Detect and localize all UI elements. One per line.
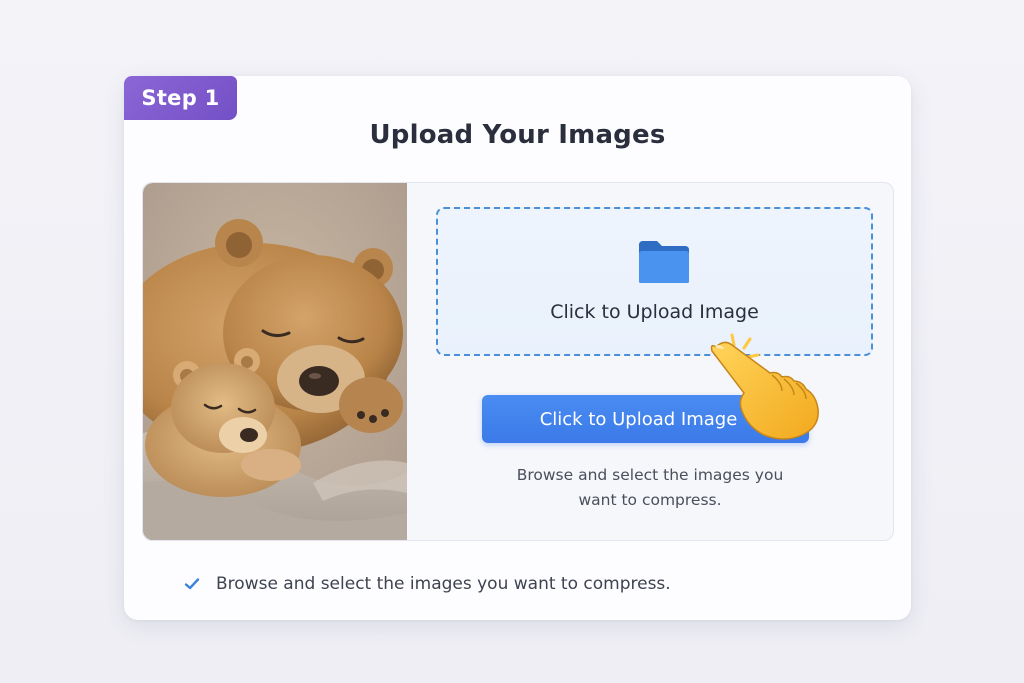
page-title: Upload Your Images [369,120,666,150]
info-bullet: Browse and select the images you want to… [184,574,671,594]
pointing-hand-icon [710,333,819,440]
helper-text-line2: want to compress. [578,491,722,509]
checkmark-icon [184,578,200,590]
info-bullet-text: Browse and select the images you want to… [216,574,671,594]
dropzone-label: Click to Upload Image [550,301,759,323]
bear-photo [143,183,407,540]
helper-text: Browse and select the images you want to… [465,463,835,513]
folder-icon [639,241,689,283]
step-badge: Step 1 [124,76,237,120]
helper-text-line1: Browse and select the images you [516,466,784,484]
